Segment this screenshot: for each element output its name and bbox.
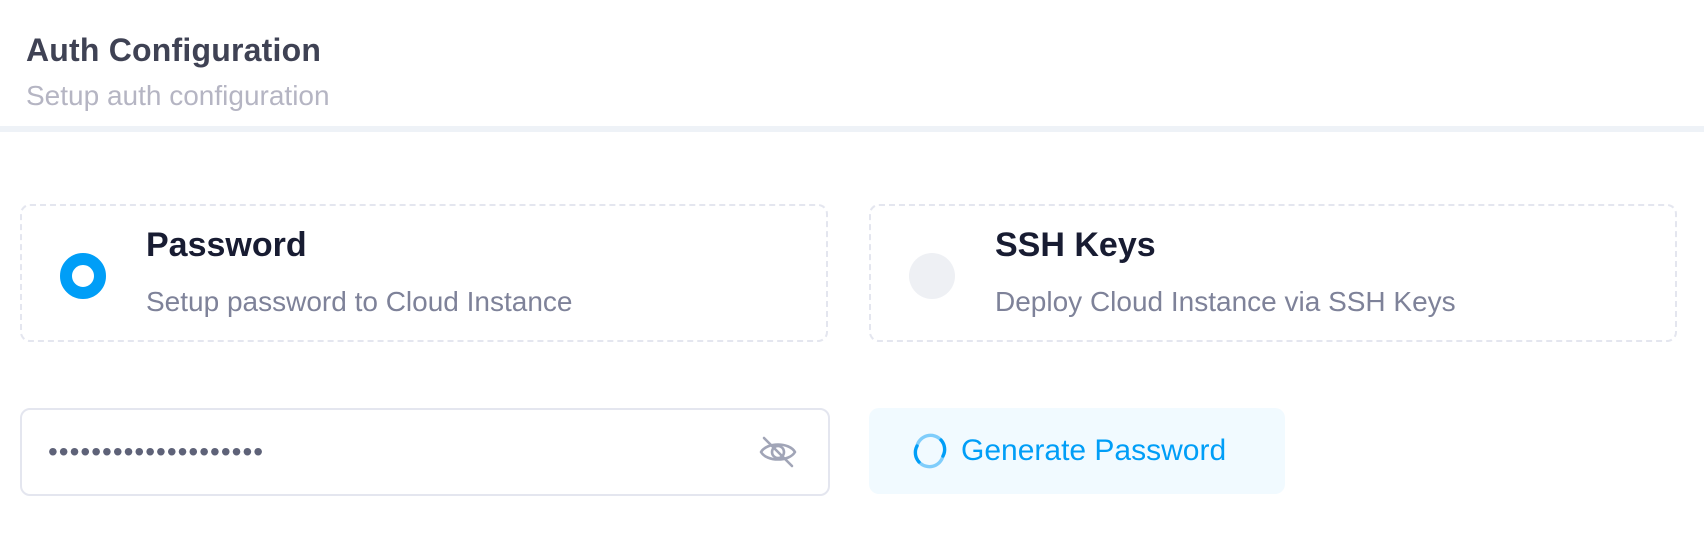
auth-option-password[interactable]: Password Setup password to Cloud Instanc…	[20, 204, 828, 342]
generate-password-label: Generate Password	[961, 434, 1227, 467]
option-title: SSH Keys	[995, 226, 1156, 264]
password-input[interactable]	[48, 410, 688, 494]
section-header: Auth Configuration Setup auth configurat…	[0, 0, 1704, 132]
refresh-icon	[911, 432, 949, 470]
option-description: Setup password to Cloud Instance	[146, 286, 573, 317]
section-title: Auth Configuration	[26, 32, 322, 68]
option-description: Deploy Cloud Instance via SSH Keys	[995, 286, 1456, 317]
generate-password-button[interactable]: Generate Password	[869, 408, 1285, 494]
eye-slash-icon[interactable]	[758, 434, 798, 470]
password-radio[interactable]	[60, 253, 106, 299]
password-field	[20, 408, 830, 496]
section-subtitle: Setup auth configuration	[26, 80, 330, 111]
auth-option-ssh-keys[interactable]: SSH Keys Deploy Cloud Instance via SSH K…	[869, 204, 1677, 342]
option-title: Password	[146, 226, 307, 264]
ssh-keys-radio[interactable]	[909, 253, 955, 299]
